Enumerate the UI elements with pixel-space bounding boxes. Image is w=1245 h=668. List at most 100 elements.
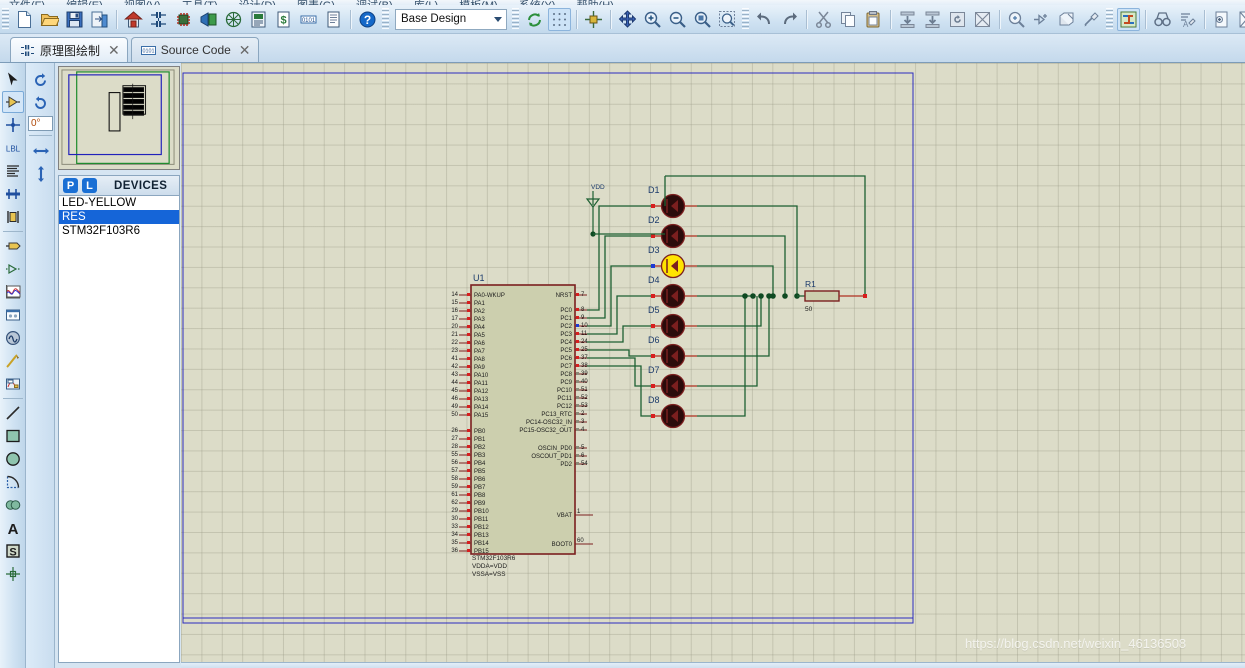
tool-buses[interactable] bbox=[2, 183, 24, 205]
device-item-stm32f103r6[interactable]: STM32F103R6 bbox=[59, 224, 179, 238]
tool-subcircuit[interactable] bbox=[2, 206, 24, 228]
overview-preview-pane[interactable] bbox=[58, 66, 180, 170]
source-code-button[interactable]: 0101 bbox=[297, 8, 320, 31]
toggle-wire-autorouter-button[interactable] bbox=[1117, 7, 1140, 31]
tool-virtual-instrument[interactable] bbox=[2, 373, 24, 395]
zoom-in-button[interactable] bbox=[641, 8, 664, 31]
home-button[interactable] bbox=[122, 8, 145, 31]
cut-button[interactable] bbox=[812, 8, 835, 31]
toolbar-grip[interactable] bbox=[2, 8, 9, 30]
svg-text:62: 62 bbox=[451, 500, 458, 506]
tab-schematic-close-icon[interactable]: ✕ bbox=[108, 42, 120, 59]
schematic-canvas[interactable]: U1 14 15 16 17 20 21 22 23 41 42 43 44 4… bbox=[181, 63, 1245, 668]
block-copy-button[interactable] bbox=[896, 8, 919, 31]
tool-2d-text[interactable]: A bbox=[2, 517, 24, 539]
junction-dots bbox=[742, 293, 800, 299]
packaging-tool-button[interactable] bbox=[1055, 8, 1078, 31]
tool-graph[interactable] bbox=[2, 281, 24, 303]
main-toolbar: $ 0101 ? Base Design A bbox=[0, 5, 1245, 34]
svg-text:39: 39 bbox=[581, 371, 588, 377]
pan-button[interactable] bbox=[616, 8, 639, 31]
mirror-horizontal-button[interactable] bbox=[28, 140, 53, 162]
new-sheet-button[interactable] bbox=[1210, 8, 1233, 31]
device-item-res[interactable]: RES bbox=[59, 210, 179, 224]
tool-2d-circle[interactable] bbox=[2, 448, 24, 470]
tool-junction-dot[interactable] bbox=[2, 114, 24, 136]
mirror-vertical-button[interactable] bbox=[28, 163, 53, 185]
search-tag-button[interactable] bbox=[1151, 8, 1174, 31]
toolbar-grip-4[interactable] bbox=[742, 8, 749, 30]
paste-button[interactable] bbox=[862, 8, 885, 31]
design-explorer-button[interactable] bbox=[222, 8, 245, 31]
svg-text:33: 33 bbox=[451, 524, 458, 530]
tool-2d-path[interactable] bbox=[2, 494, 24, 516]
orientation-separator bbox=[29, 135, 52, 136]
tab-schematic[interactable]: 原理图绘制 ✕ bbox=[10, 37, 128, 62]
tool-selection-mode[interactable] bbox=[2, 68, 24, 90]
tool-voltage-probe[interactable] bbox=[2, 350, 24, 372]
rotate-clockwise-button[interactable] bbox=[28, 69, 53, 91]
svg-text:58: 58 bbox=[451, 476, 458, 482]
decompose-button[interactable] bbox=[1080, 8, 1103, 31]
tool-tape-recorder[interactable] bbox=[2, 304, 24, 326]
rotation-angle-field[interactable]: 0° bbox=[28, 116, 53, 131]
tool-component-mode[interactable] bbox=[2, 91, 24, 113]
open-design-button[interactable] bbox=[38, 8, 61, 31]
pick-device-badge[interactable]: P bbox=[63, 178, 78, 193]
property-assignment-button[interactable]: A bbox=[1176, 8, 1199, 31]
svg-text:PC1: PC1 bbox=[560, 316, 572, 322]
block-delete-button[interactable] bbox=[971, 8, 994, 31]
library-badge[interactable]: L bbox=[82, 178, 97, 193]
svg-text:PA1: PA1 bbox=[474, 301, 486, 307]
tool-device-pin[interactable] bbox=[2, 258, 24, 280]
zoom-area-button[interactable] bbox=[716, 8, 739, 31]
design-template-select[interactable]: Base Design bbox=[395, 8, 507, 30]
tab-source-code-close-icon[interactable]: ✕ bbox=[239, 42, 251, 59]
toggle-grid-button[interactable] bbox=[548, 7, 571, 31]
redraw-button[interactable] bbox=[523, 8, 546, 31]
tool-text-script[interactable] bbox=[2, 160, 24, 182]
tool-generator[interactable] bbox=[2, 327, 24, 349]
report-button[interactable] bbox=[322, 8, 345, 31]
devices-list[interactable]: LED-YELLOW RES STM32F103R6 bbox=[58, 195, 180, 663]
import-export-button[interactable] bbox=[88, 8, 111, 31]
origin-button[interactable] bbox=[582, 8, 605, 31]
tab-source-code[interactable]: 0101 Source Code ✕ bbox=[130, 37, 259, 62]
svg-text:PC14-OSC32_IN: PC14-OSC32_IN bbox=[526, 420, 572, 426]
svg-text:PB10: PB10 bbox=[474, 509, 489, 515]
block-rotate-button[interactable] bbox=[946, 8, 969, 31]
help-button[interactable]: ? bbox=[356, 8, 379, 31]
tool-terminals[interactable] bbox=[2, 235, 24, 257]
schematic-capture-button[interactable] bbox=[147, 8, 170, 31]
copy-button[interactable] bbox=[837, 8, 860, 31]
tool-wire-label[interactable]: LBL bbox=[2, 137, 24, 159]
block-move-button[interactable] bbox=[921, 8, 944, 31]
zoom-all-button[interactable] bbox=[691, 8, 714, 31]
tool-2d-arc[interactable] bbox=[2, 471, 24, 493]
svg-text:17: 17 bbox=[451, 316, 458, 322]
new-design-button[interactable] bbox=[13, 8, 36, 31]
bill-of-materials-button[interactable] bbox=[247, 8, 270, 31]
zoom-out-button[interactable] bbox=[666, 8, 689, 31]
save-design-button[interactable] bbox=[63, 8, 86, 31]
svg-text:NRST: NRST bbox=[556, 293, 573, 299]
tool-2d-line[interactable] bbox=[2, 402, 24, 424]
toolbar-grip-3[interactable] bbox=[512, 8, 519, 30]
rotate-counterclockwise-button[interactable] bbox=[28, 92, 53, 114]
toolbar-grip-5[interactable] bbox=[1106, 8, 1113, 30]
tool-2d-box[interactable] bbox=[2, 425, 24, 447]
3d-visualiser-button[interactable] bbox=[197, 8, 220, 31]
pcb-layout-button[interactable] bbox=[172, 8, 195, 31]
device-item-led-yellow[interactable]: LED-YELLOW bbox=[59, 196, 179, 210]
toolbar-grip-2[interactable] bbox=[382, 8, 389, 30]
pick-device-button[interactable] bbox=[1005, 8, 1028, 31]
tool-marker[interactable] bbox=[2, 563, 24, 585]
redo-button[interactable] bbox=[778, 8, 801, 31]
undo-button[interactable] bbox=[753, 8, 776, 31]
tool-symbol[interactable]: S bbox=[2, 540, 24, 562]
remove-sheet-button[interactable] bbox=[1235, 8, 1245, 31]
svg-text:PB0: PB0 bbox=[474, 429, 486, 435]
make-device-button[interactable] bbox=[1030, 8, 1053, 31]
svg-text:PD2: PD2 bbox=[560, 462, 572, 468]
netlist-button[interactable]: $ bbox=[272, 8, 295, 31]
